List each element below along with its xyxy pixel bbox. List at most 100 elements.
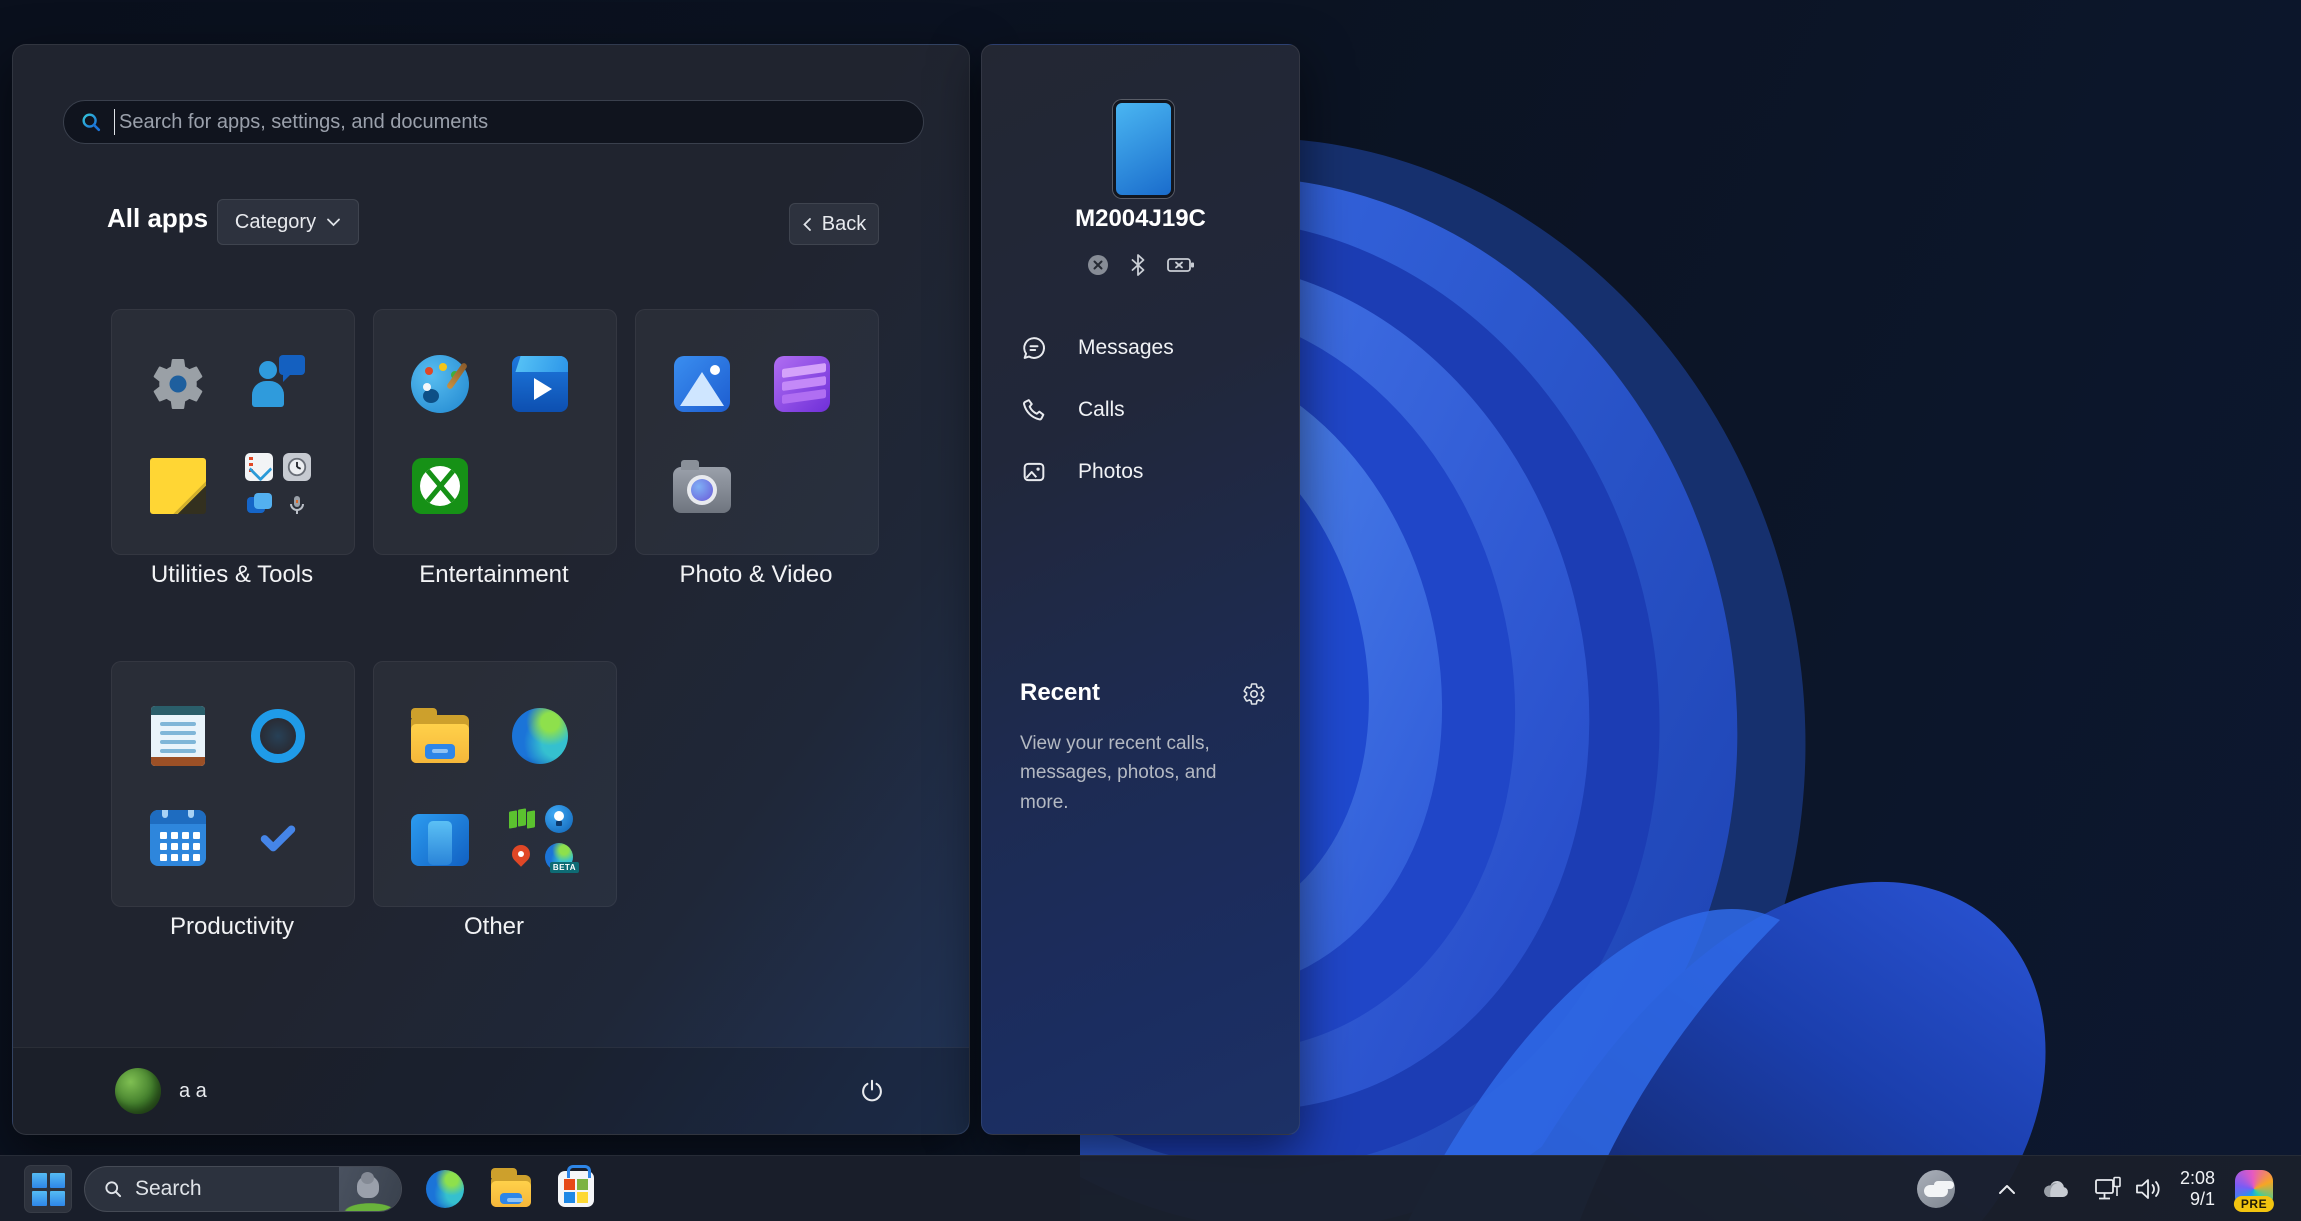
start-menu-footer: a a xyxy=(13,1047,969,1134)
folder-label: Photo & Video xyxy=(679,561,833,588)
phone-link-app-icon xyxy=(411,814,469,866)
copilot-pre-badge: PRE xyxy=(2233,1196,2275,1212)
messages-label: Messages xyxy=(1078,336,1174,359)
recent-description: View your recent calls, messages, photos… xyxy=(1020,733,1217,813)
maps-app-icon xyxy=(507,843,535,871)
phone-preview-image xyxy=(1113,100,1174,198)
weather-cloud-icon xyxy=(1917,1170,1955,1208)
tray-date: 9/1 xyxy=(2189,1189,2215,1209)
back-button-label: Back xyxy=(821,212,867,235)
microsoft-todo-app-icon xyxy=(255,815,301,861)
all-apps-title: All apps xyxy=(107,203,209,233)
taskbar-search-label: Search xyxy=(135,1177,202,1200)
chevron-down-icon xyxy=(327,218,340,227)
clock-date-button[interactable]: 2:08 9/1 xyxy=(2180,1168,2215,1210)
notepad-app-icon xyxy=(151,706,205,766)
folder-productivity[interactable] xyxy=(111,661,355,907)
recent-settings-button[interactable] xyxy=(1235,675,1273,713)
folder-label: Productivity xyxy=(169,913,295,940)
user-name: a a xyxy=(179,1079,207,1102)
quick-assist-app-icon xyxy=(245,491,273,519)
messages-item[interactable]: Messages xyxy=(982,317,1291,379)
user-profile-button[interactable]: a a xyxy=(115,1068,207,1114)
volume-icon xyxy=(2136,1179,2160,1199)
feedback-hub-app-icon xyxy=(545,805,573,833)
sticky-notes-app-icon xyxy=(150,458,206,514)
bluetooth-icon xyxy=(1131,254,1144,276)
camera-app-icon xyxy=(673,460,731,513)
photos-label: Photos xyxy=(1078,460,1144,483)
onedrive-tray-button[interactable] xyxy=(2034,1165,2078,1213)
folder-label: Entertainment xyxy=(419,561,569,588)
edge-beta-badge: BETA xyxy=(549,862,579,873)
windows-logo-icon xyxy=(31,1172,65,1206)
chevron-up-icon xyxy=(1999,1184,2015,1194)
phone-link-panel: M2004J19C Messages Calls Photos Recent V… xyxy=(981,44,1300,1135)
network-volume-tray-button[interactable] xyxy=(2084,1165,2172,1213)
edge-beta-app-icon: BETA xyxy=(545,843,579,873)
taskbar: Search 2:08 9/1 PRE xyxy=(0,1155,2301,1221)
back-button[interactable]: Back xyxy=(789,203,879,245)
text-caret xyxy=(114,109,115,135)
messages-icon xyxy=(1023,337,1045,359)
taskbar-store-button[interactable] xyxy=(552,1165,600,1213)
settings-app-icon xyxy=(148,354,208,414)
clock-app-icon xyxy=(283,453,311,481)
get-help-app-icon xyxy=(249,355,307,413)
tray-time: 2:08 xyxy=(2179,1168,2215,1188)
taskbar-search-box[interactable]: Search xyxy=(84,1166,402,1212)
tray-overflow-button[interactable] xyxy=(1986,1165,2028,1213)
power-automate-app-icon xyxy=(507,805,535,833)
file-explorer-icon xyxy=(491,1168,531,1207)
category-dropdown-button[interactable]: Category xyxy=(217,199,359,245)
copilot-button[interactable]: PRE xyxy=(2229,1164,2279,1214)
taskbar-edge-button[interactable] xyxy=(421,1165,469,1213)
folder-utilities-tools[interactable] xyxy=(111,309,355,555)
photos-icon xyxy=(1023,462,1045,482)
search-icon xyxy=(82,113,101,132)
start-button[interactable] xyxy=(24,1165,72,1213)
folder-entertainment[interactable] xyxy=(373,309,617,555)
onedrive-cloud-icon xyxy=(2044,1180,2068,1197)
xbox-app-icon xyxy=(412,458,468,514)
search-input[interactable] xyxy=(117,109,907,135)
taskbar-file-explorer-button[interactable] xyxy=(487,1165,535,1213)
phone-menu: Messages Calls Photos xyxy=(982,317,1291,503)
phone-status-row xyxy=(982,253,1299,277)
recent-title: Recent xyxy=(1020,679,1101,706)
folder-other[interactable]: BETA xyxy=(373,661,617,907)
file-explorer-app-icon xyxy=(411,708,469,763)
microsoft-store-icon xyxy=(558,1165,594,1207)
photos-item[interactable]: Photos xyxy=(982,441,1291,503)
chevron-left-icon xyxy=(802,217,811,231)
user-avatar xyxy=(115,1068,161,1114)
photos-app-icon xyxy=(674,356,730,412)
start-search-box[interactable] xyxy=(63,100,924,144)
calls-item[interactable]: Calls xyxy=(982,379,1291,441)
search-icon xyxy=(105,1181,122,1198)
movies-tv-app-icon xyxy=(512,356,568,412)
power-icon xyxy=(862,1079,882,1102)
category-dropdown-label: Category xyxy=(234,210,317,233)
folder-label: Other xyxy=(463,913,525,940)
disconnected-icon xyxy=(1087,255,1108,275)
calls-label: Calls xyxy=(1078,398,1125,421)
cortana-app-icon xyxy=(251,709,305,763)
weather-widget-button[interactable] xyxy=(1912,1165,1960,1213)
desktop: All apps Category Back xyxy=(0,0,2301,1221)
device-name: M2004J19C xyxy=(1075,205,1206,232)
calls-icon xyxy=(1023,399,1045,421)
calendar-app-icon xyxy=(150,810,206,866)
edge-app-icon xyxy=(512,708,568,764)
folder-photo-video[interactable] xyxy=(635,309,879,555)
network-icon xyxy=(2095,1176,2121,1200)
power-button[interactable] xyxy=(847,1066,897,1116)
clipchamp-app-icon xyxy=(774,356,830,412)
start-menu: All apps Category Back xyxy=(12,44,970,1135)
edge-icon xyxy=(426,1170,464,1208)
battery-unknown-icon xyxy=(1166,258,1194,272)
sound-recorder-app-icon xyxy=(283,491,311,519)
search-highlight-image xyxy=(339,1167,401,1211)
snipping-tool-app-icon xyxy=(245,453,273,481)
paint-app-icon xyxy=(411,355,469,413)
